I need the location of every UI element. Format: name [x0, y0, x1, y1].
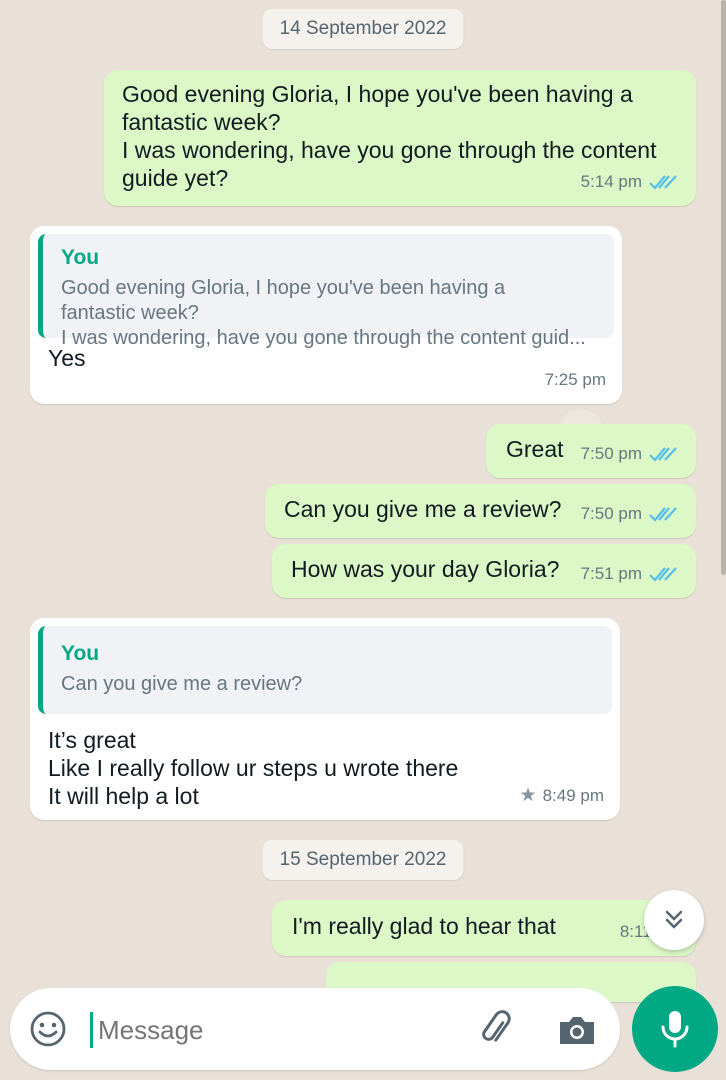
quoted-message[interactable]: You Good evening Gloria, I hope you've b…: [38, 234, 614, 349]
date-separator: 14 September 2022: [262, 9, 464, 49]
message-time: 7:25 pm: [544, 370, 606, 389]
message-time: 7:50 pm: [580, 504, 642, 523]
double-check-icon: [649, 175, 677, 190]
paperclip-icon: [482, 1010, 511, 1042]
outgoing-message[interactable]: Great 7:50 pm: [486, 424, 696, 478]
message-meta: 7:50 pm: [581, 500, 680, 528]
emoji-icon: [30, 1011, 66, 1047]
quote-author: You: [61, 246, 100, 269]
chevron-double-down-icon: [665, 910, 683, 929]
text-cursor: [90, 1012, 93, 1048]
outgoing-message[interactable]: Can you give me a review? 7:50 pm: [265, 484, 696, 538]
double-check-icon: [649, 447, 677, 462]
chat-scrollbar[interactable]: [721, 0, 726, 575]
camera-icon: [560, 1017, 594, 1044]
attach-button[interactable]: [474, 1008, 518, 1052]
message-time: 7:50 pm: [580, 444, 642, 463]
message-time: 7:51 pm: [580, 564, 642, 583]
emoji-button[interactable]: [28, 1009, 68, 1049]
message-meta: 7:51 pm: [581, 560, 680, 588]
message-meta: 7:50 pm: [581, 440, 680, 468]
quote-text: Good evening Gloria, I hope you've been …: [61, 277, 586, 349]
star-icon: ★: [519, 785, 537, 806]
message-input[interactable]: [96, 1006, 460, 1054]
message-meta: 5:14 pm: [581, 168, 680, 196]
outgoing-message[interactable]: I'm really glad to hear that 8:11 am: [272, 900, 696, 956]
voice-record-button[interactable]: [632, 986, 718, 1072]
message-composer: [10, 988, 620, 1070]
message-time: 8:49 pm: [542, 786, 604, 805]
message-time: 5:14 pm: [580, 172, 642, 191]
camera-button[interactable]: [556, 1010, 598, 1050]
incoming-message[interactable]: You Can you give me a review? It’s great…: [30, 618, 620, 820]
quoted-message[interactable]: You Can you give me a review?: [38, 626, 612, 714]
outgoing-message[interactable]: How was your day Gloria? 7:51 pm: [272, 544, 696, 598]
message-meta: ★ 8:49 pm: [520, 782, 604, 810]
date-separator: 15 September 2022: [262, 840, 464, 880]
incoming-message[interactable]: You Good evening Gloria, I hope you've b…: [30, 226, 622, 404]
outgoing-message[interactable]: Good evening Gloria, I hope you've been …: [104, 70, 696, 206]
microphone-icon: [661, 1011, 689, 1048]
quote-text: Can you give me a review?: [61, 673, 303, 695]
message-meta: 7:25 pm: [545, 366, 606, 394]
double-check-icon: [649, 567, 677, 582]
double-check-icon: [649, 507, 677, 522]
quote-author: You: [61, 642, 100, 665]
scroll-to-bottom-button[interactable]: [644, 890, 704, 950]
